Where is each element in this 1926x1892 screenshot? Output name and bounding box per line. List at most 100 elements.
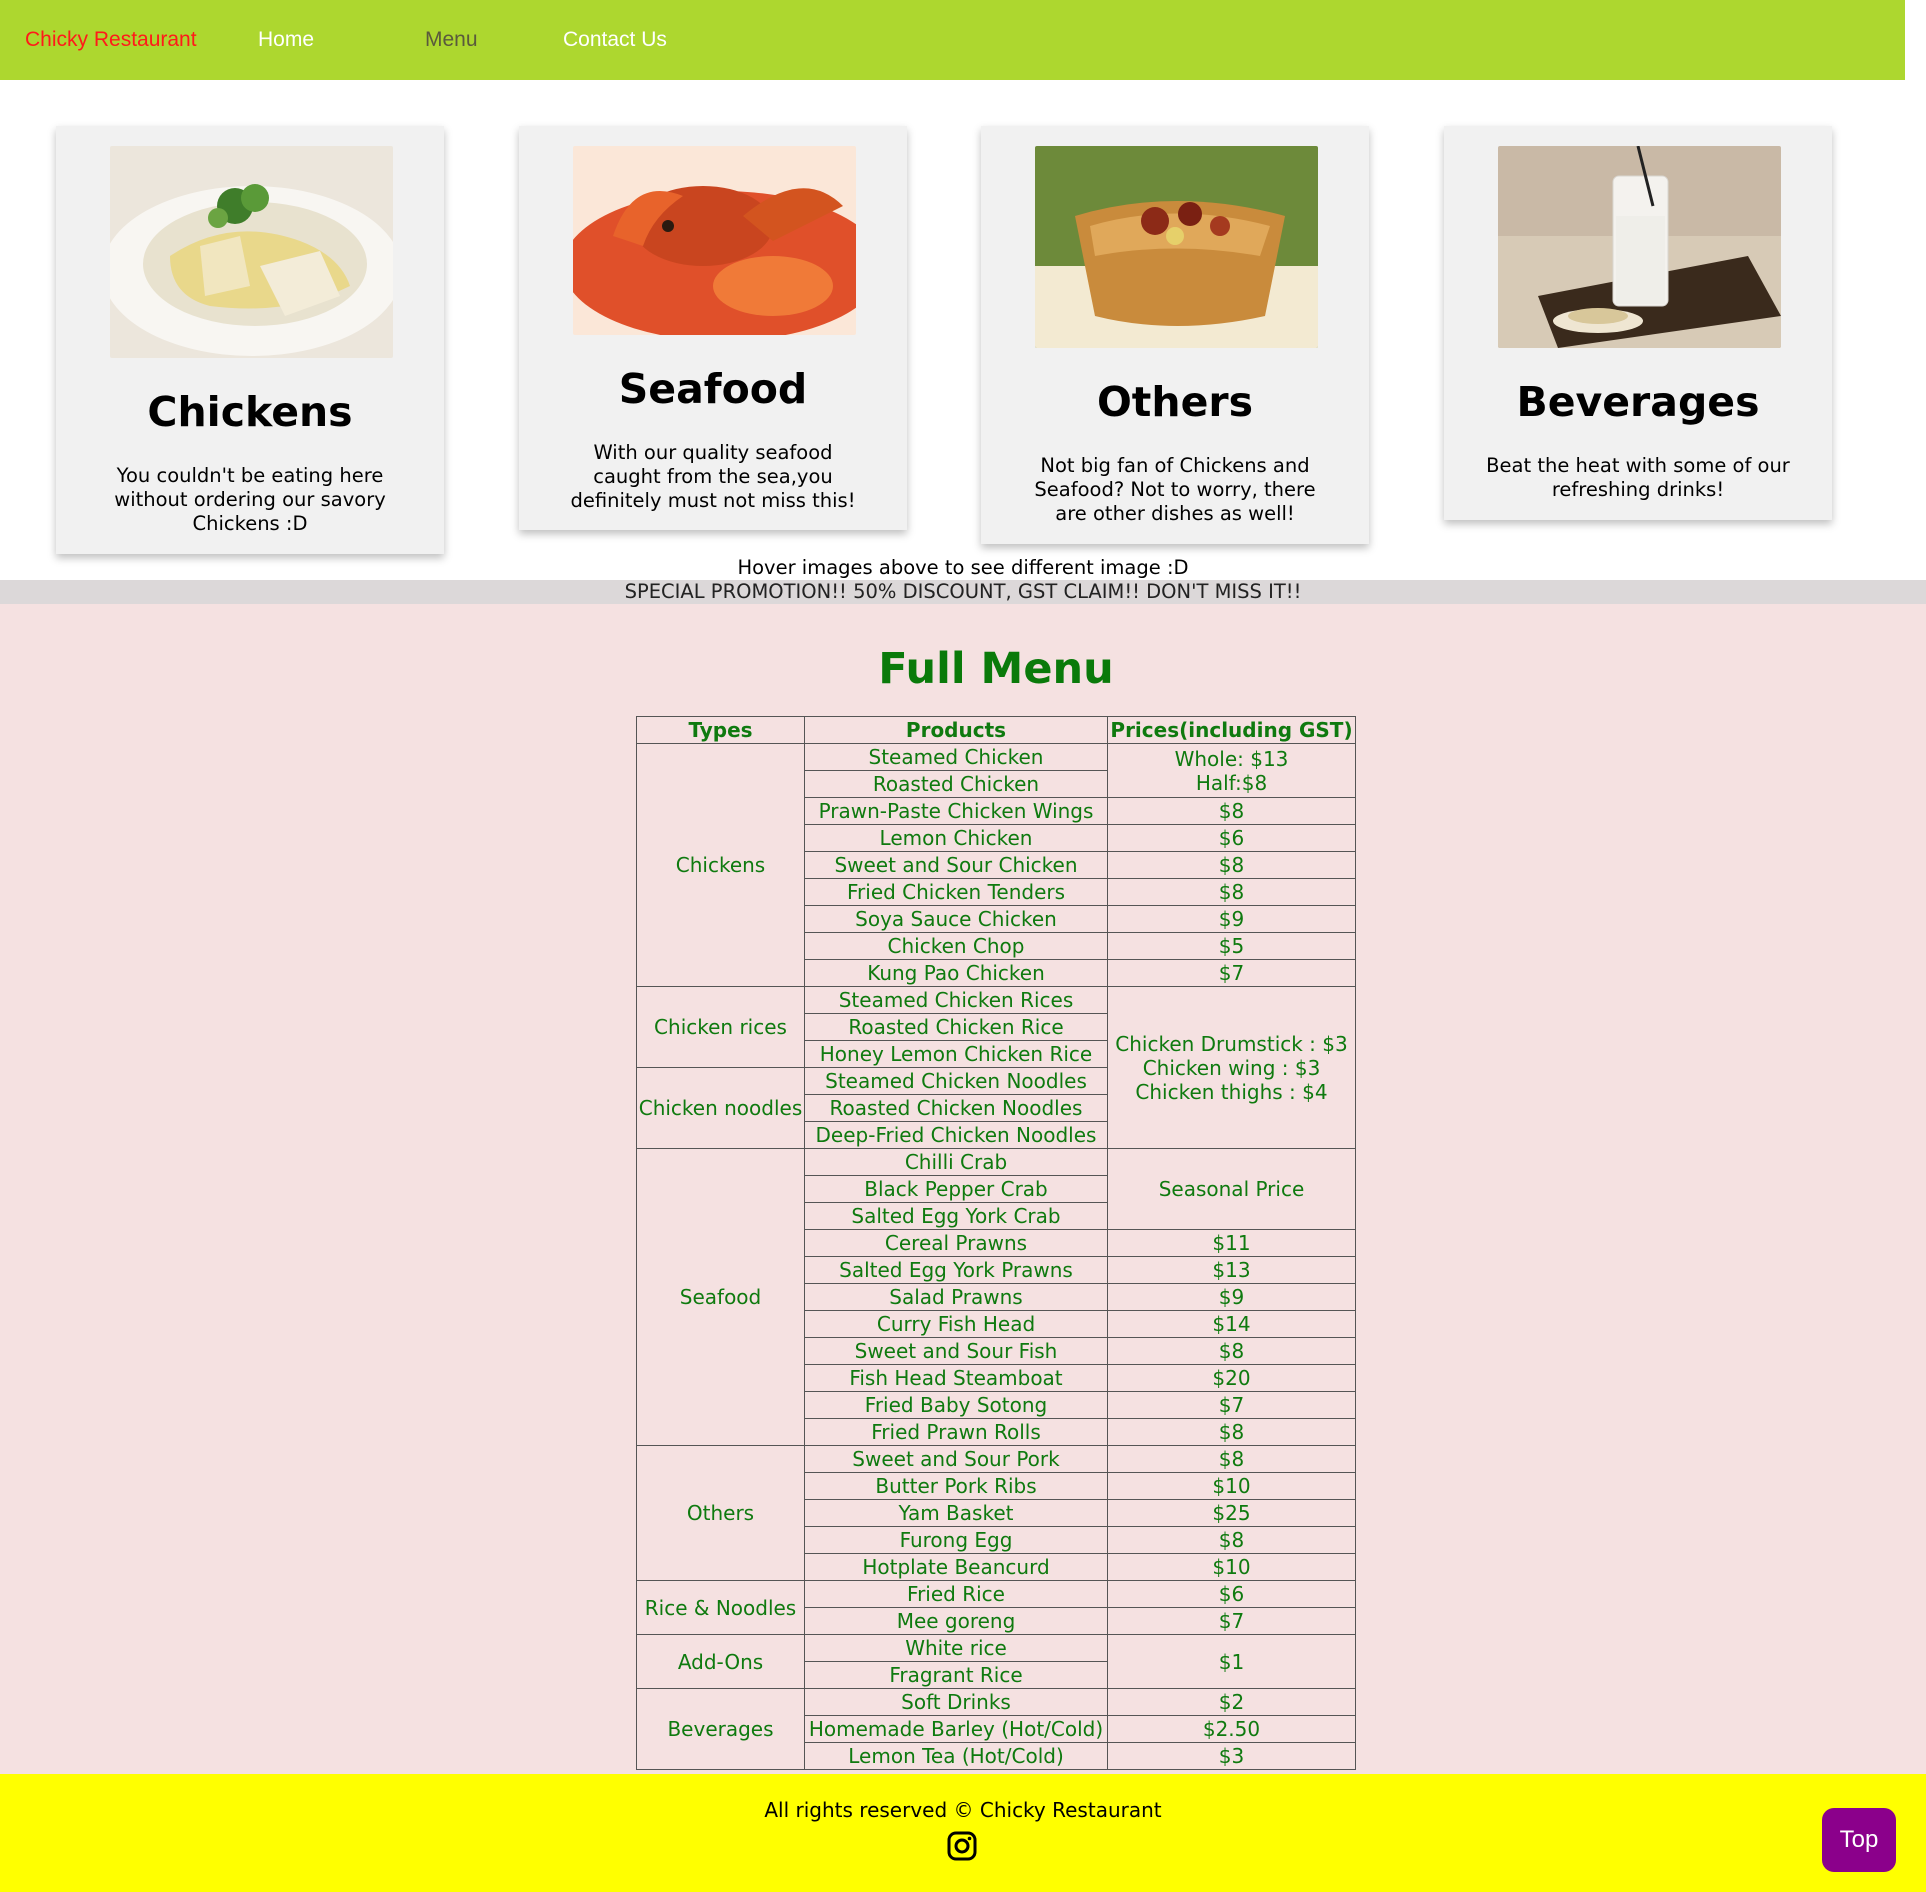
- category-card-chickens: Chickens You couldn't be eating here wit…: [56, 126, 444, 554]
- barley-drink-image[interactable]: [1498, 146, 1781, 348]
- type-cell: Chicken rices: [636, 986, 805, 1068]
- product-cell: Homemade Barley (Hot/Cold): [804, 1715, 1108, 1743]
- type-cell: Add-Ons: [636, 1634, 805, 1689]
- type-cell: Chickens: [636, 743, 805, 987]
- price-cell: $8: [1107, 878, 1356, 906]
- product-cell: Salted Egg York Prawns: [804, 1256, 1108, 1284]
- product-cell: Roasted Chicken: [804, 770, 1108, 798]
- product-cell: Soya Sauce Chicken: [804, 905, 1108, 933]
- price-cell: $1: [1107, 1634, 1356, 1689]
- chicken-dish-image[interactable]: [110, 146, 393, 358]
- yam-basket-image[interactable]: [1035, 146, 1318, 348]
- price-half: Half:$8: [1195, 770, 1268, 795]
- product-cell: Lemon Tea (Hot/Cold): [804, 1742, 1108, 1770]
- card-title: Seafood: [618, 365, 808, 413]
- price-cell: $8: [1107, 1445, 1356, 1473]
- instagram-icon[interactable]: [947, 1831, 977, 1861]
- category-card-beverages: Beverages Beat the heat with some of our…: [1444, 126, 1832, 520]
- product-cell: White rice: [804, 1634, 1108, 1662]
- type-cell: Seafood: [636, 1148, 805, 1446]
- price-cell: $14: [1107, 1310, 1356, 1338]
- product-cell: Fried Prawn Rolls: [804, 1418, 1108, 1446]
- product-cell: Hotplate Beancurd: [804, 1553, 1108, 1581]
- product-cell: Prawn-Paste Chicken Wings: [804, 797, 1108, 825]
- card-description: Beat the heat with some of our refreshin…: [1486, 454, 1790, 501]
- table-row: Rice & Noodles Fried Rice $6: [636, 1580, 1356, 1635]
- product-cell: Black Pepper Crab: [804, 1175, 1108, 1203]
- product-cell: Curry Fish Head: [804, 1310, 1108, 1338]
- type-cell: Rice & Noodles: [636, 1580, 805, 1635]
- product-cell: Furong Egg: [804, 1526, 1108, 1554]
- type-cell: Chicken noodles: [636, 1067, 805, 1149]
- type-cell: Beverages: [636, 1688, 805, 1770]
- nav-link-home[interactable]: Home: [258, 28, 314, 52]
- promo-banner: SPECIAL PROMOTION!! 50% DISCOUNT, GST CL…: [0, 580, 1926, 604]
- product-cell: Steamed Chicken: [804, 743, 1108, 771]
- menu-title: Full Menu: [878, 644, 1114, 694]
- chilli-crab-image[interactable]: [573, 146, 856, 335]
- product-cell: Soft Drinks: [804, 1688, 1108, 1716]
- table-header-row: Types Products Prices(including GST): [636, 716, 1356, 744]
- nav-link-contact[interactable]: Contact Us: [563, 28, 667, 52]
- brand-logo[interactable]: Chicky Restaurant: [25, 28, 197, 52]
- price-cell: $13: [1107, 1256, 1356, 1284]
- product-cell: Roasted Chicken Rice: [804, 1013, 1108, 1041]
- card-title: Others: [1096, 378, 1254, 426]
- product-cell: Butter Pork Ribs: [804, 1472, 1108, 1500]
- product-cell: Lemon Chicken: [804, 824, 1108, 852]
- product-cell: Fried Chicken Tenders: [804, 878, 1108, 906]
- price-cell: $2.50: [1107, 1715, 1356, 1743]
- card-title: Chickens: [147, 388, 353, 436]
- product-cell: Mee goreng: [804, 1607, 1108, 1635]
- product-cell: Yam Basket: [804, 1499, 1108, 1527]
- header-types: Types: [636, 716, 805, 744]
- price-cell: $8: [1107, 1418, 1356, 1446]
- header-products: Products: [804, 716, 1108, 744]
- product-cell: Chicken Chop: [804, 932, 1108, 960]
- price-cell: $8: [1107, 797, 1356, 825]
- price-cell: $10: [1107, 1472, 1356, 1500]
- price-cell: $3: [1107, 1742, 1356, 1770]
- price-cell: $8: [1107, 1337, 1356, 1365]
- card-description: Not big fan of Chickens and Seafood? Not…: [1034, 454, 1316, 525]
- product-cell: Cereal Prawns: [804, 1229, 1108, 1257]
- hover-hint: Hover images above to see different imag…: [737, 556, 1189, 579]
- product-cell: Salad Prawns: [804, 1283, 1108, 1311]
- price-cell: $10: [1107, 1553, 1356, 1581]
- price-cell: Seasonal Price: [1107, 1148, 1356, 1230]
- type-cell: Others: [636, 1445, 805, 1581]
- menu-table: Types Products Prices(including GST) Chi…: [636, 716, 1356, 1770]
- product-cell: Fried Rice: [804, 1580, 1108, 1608]
- price-cell: $2: [1107, 1688, 1356, 1716]
- table-row: Seafood Chilli Crab Seasonal Price: [636, 1148, 1356, 1446]
- table-row: Chickens Steamed Chicken Whole: $13 Half…: [636, 743, 1356, 987]
- top-navbar: Chicky Restaurant Home Menu Contact Us: [0, 0, 1905, 80]
- copyright-text: All rights reserved © Chicky Restaurant: [764, 1798, 1162, 1822]
- price-whole: Whole: $13: [1174, 746, 1289, 771]
- price-cell: $8: [1107, 1526, 1356, 1554]
- product-cell: Honey Lemon Chicken Rice: [804, 1040, 1108, 1068]
- price-drumstick: Chicken Drumstick : $3: [1115, 1031, 1348, 1056]
- product-cell: Sweet and Sour Chicken: [804, 851, 1108, 879]
- price-cell: $7: [1107, 959, 1356, 987]
- full-menu-section: Full Menu Types Products Prices(includin…: [0, 604, 1926, 1774]
- category-card-seafood: Seafood With our quality seafood caught …: [519, 126, 907, 530]
- product-cell: Roasted Chicken Noodles: [804, 1094, 1108, 1122]
- table-row: Beverages Soft Drinks $2: [636, 1688, 1356, 1770]
- product-cell: Salted Egg York Crab: [804, 1202, 1108, 1230]
- price-cell: $11: [1107, 1229, 1356, 1257]
- price-cell: Chicken Drumstick : $3 Chicken wing : $3…: [1107, 986, 1356, 1149]
- product-cell: Kung Pao Chicken: [804, 959, 1108, 987]
- price-wing: Chicken wing : $3: [1142, 1055, 1321, 1080]
- product-cell: Fragrant Rice: [804, 1661, 1108, 1689]
- product-cell: Fried Baby Sotong: [804, 1391, 1108, 1419]
- price-cell: Whole: $13 Half:$8: [1107, 743, 1356, 798]
- nav-link-menu[interactable]: Menu: [425, 28, 478, 52]
- price-cell: $20: [1107, 1364, 1356, 1392]
- price-cell: $9: [1107, 1283, 1356, 1311]
- product-cell: Sweet and Sour Fish: [804, 1337, 1108, 1365]
- price-cell: $7: [1107, 1391, 1356, 1419]
- back-to-top-button[interactable]: Top: [1822, 1808, 1896, 1872]
- product-cell: Fish Head Steamboat: [804, 1364, 1108, 1392]
- table-row: Others Sweet and Sour Pork $8: [636, 1445, 1356, 1581]
